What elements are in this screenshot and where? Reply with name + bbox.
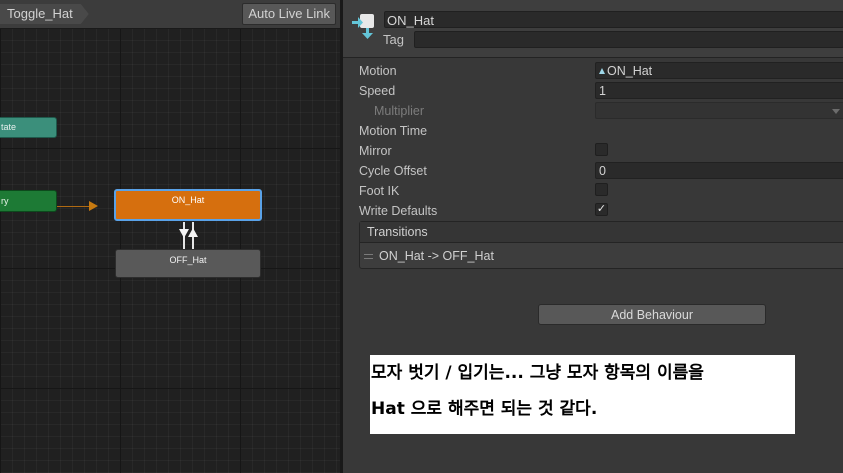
caption-line-1: 모자 벗기 / 입기는... 그냥 모자 항목의 이름을 bbox=[371, 363, 704, 383]
transition-arrow-up-icon bbox=[188, 228, 198, 237]
transitions-header: Transitions bbox=[360, 222, 843, 243]
motion-label: Motion bbox=[359, 64, 397, 78]
breadcrumb-layer[interactable]: Toggle_Hat bbox=[0, 4, 89, 24]
foot-ik-label: Foot IK bbox=[359, 184, 400, 198]
write-defaults-label: Write Defaults bbox=[359, 204, 438, 218]
add-behaviour-button[interactable]: Add Behaviour bbox=[538, 304, 766, 325]
tag-input[interactable] bbox=[414, 31, 843, 48]
checkmark-icon: ✓ bbox=[596, 203, 607, 215]
multiplier-label: Multiplier bbox=[374, 104, 425, 118]
animation-clip-icon bbox=[599, 68, 605, 74]
mirror-label: Mirror bbox=[359, 144, 392, 158]
any-state-node[interactable]: tate bbox=[0, 117, 57, 138]
foot-ik-checkbox[interactable] bbox=[595, 183, 608, 196]
speed-label: Speed bbox=[359, 84, 396, 98]
caption-line-2: Hat 으로 해주면 되는 것 같다. bbox=[371, 399, 598, 419]
motion-value: ON_Hat bbox=[607, 64, 653, 78]
caption-box: 모자 벗기 / 입기는... 그냥 모자 항목의 이름을 Hat 으로 해주면 … bbox=[370, 355, 795, 434]
entry-node[interactable]: ry bbox=[0, 190, 57, 212]
auto-live-link-button[interactable]: Auto Live Link bbox=[242, 3, 336, 25]
entry-transition-line bbox=[57, 206, 93, 207]
speed-input[interactable]: 1 bbox=[595, 82, 843, 99]
transitions-list: Transitions ON_Hat -> OFF_Hat bbox=[359, 221, 843, 269]
animator-state-icon bbox=[352, 14, 374, 39]
drag-handle-icon[interactable] bbox=[364, 254, 373, 260]
chevron-down-icon bbox=[832, 109, 840, 114]
cycle-offset-label: Cycle Offset bbox=[359, 164, 427, 178]
off-hat-state-node[interactable]: OFF_Hat bbox=[115, 249, 261, 278]
multiplier-dropdown bbox=[595, 102, 843, 119]
cycle-offset-input[interactable]: 0 bbox=[595, 162, 843, 179]
motion-time-label: Motion Time bbox=[359, 124, 428, 138]
on-hat-state-node[interactable]: ON_Hat bbox=[114, 189, 262, 221]
transition-list-item[interactable]: ON_Hat -> OFF_Hat bbox=[360, 243, 843, 269]
graph-toolbar: Toggle_Hat Auto Live Link bbox=[0, 0, 340, 29]
write-defaults-checkbox[interactable]: ✓ bbox=[595, 203, 608, 216]
state-name-input[interactable]: ON_Hat bbox=[384, 11, 843, 28]
tag-label: Tag bbox=[383, 32, 404, 47]
transition-label: ON_Hat -> OFF_Hat bbox=[379, 249, 494, 263]
motion-field[interactable]: ON_Hat bbox=[595, 62, 843, 79]
inspector-header: ON_Hat Tag bbox=[343, 0, 843, 58]
animator-graph[interactable]: Toggle_Hat Auto Live Link tate ry ON_Hat… bbox=[0, 0, 340, 473]
entry-transition-arrow-icon bbox=[89, 201, 98, 211]
mirror-checkbox[interactable] bbox=[595, 143, 608, 156]
